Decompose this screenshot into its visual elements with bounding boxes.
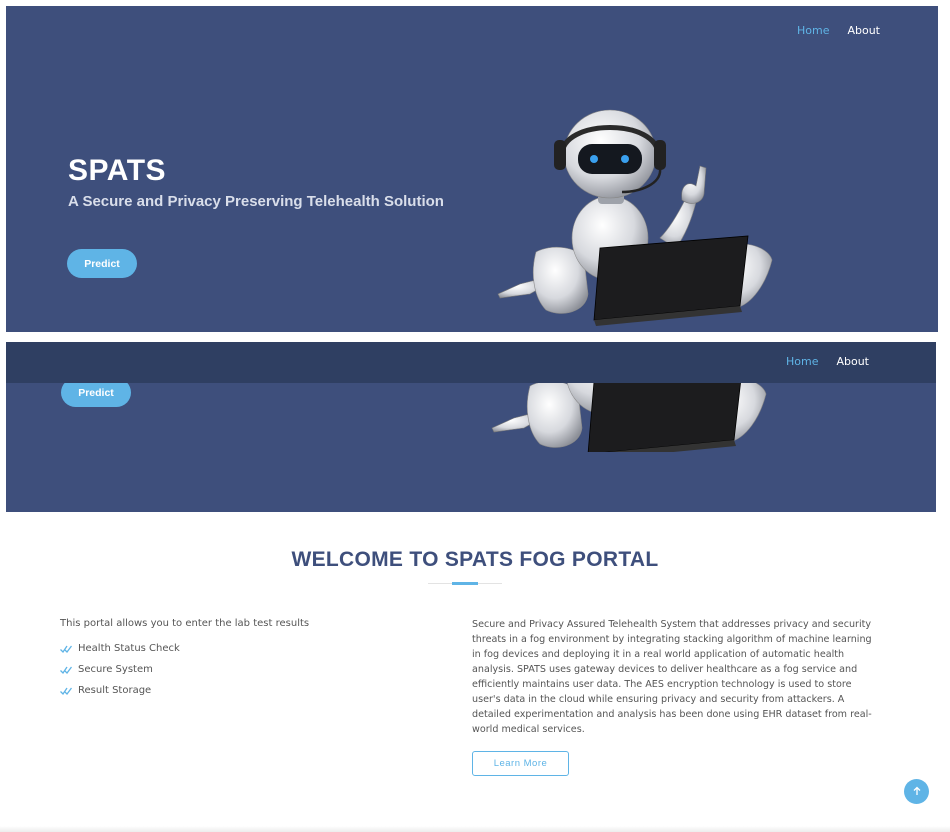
top-nav: Home About: [797, 24, 880, 37]
predict-button[interactable]: Predict: [67, 249, 137, 278]
feature-item: Health Status Check: [60, 643, 180, 654]
features-intro: This portal allows you to enter the lab …: [60, 618, 310, 629]
arrow-up-icon: [913, 786, 920, 795]
double-check-icon: [60, 666, 72, 674]
hero-section: Home About SPATS A Secure and Privacy Pr…: [6, 6, 938, 332]
back-to-top-button[interactable]: [904, 779, 929, 804]
about-description: Secure and Privacy Assured Telehealth Sy…: [472, 619, 872, 735]
learn-more-button[interactable]: Learn More: [472, 751, 569, 776]
hero-section-scrolled: Predict Home About: [6, 342, 936, 512]
feature-item: Result Storage: [60, 685, 151, 696]
double-check-icon: [60, 687, 72, 695]
hero-subtitle: A Secure and Privacy Preserving Teleheal…: [68, 193, 444, 210]
sticky-nav-home-link[interactable]: Home: [786, 355, 818, 368]
hero-title: SPATS: [68, 154, 167, 187]
double-check-icon: [60, 645, 72, 653]
feature-label: Result Storage: [78, 685, 152, 696]
nav-about-link[interactable]: About: [847, 24, 880, 37]
sticky-nav: Home About: [786, 355, 869, 368]
feature-item: Secure System: [60, 664, 153, 675]
feature-label: Health Status Check: [78, 643, 180, 654]
sticky-nav-about-link[interactable]: About: [836, 355, 869, 368]
sticky-header: Home About: [6, 342, 936, 383]
feature-label: Secure System: [78, 664, 153, 675]
nav-home-link[interactable]: Home: [797, 24, 829, 37]
welcome-heading: WELCOME TO SPATS FOG PORTAL: [291, 548, 659, 571]
heading-divider-accent: [452, 582, 478, 585]
robot-illustration: [497, 109, 773, 326]
page-bottom-edge: [0, 826, 950, 832]
